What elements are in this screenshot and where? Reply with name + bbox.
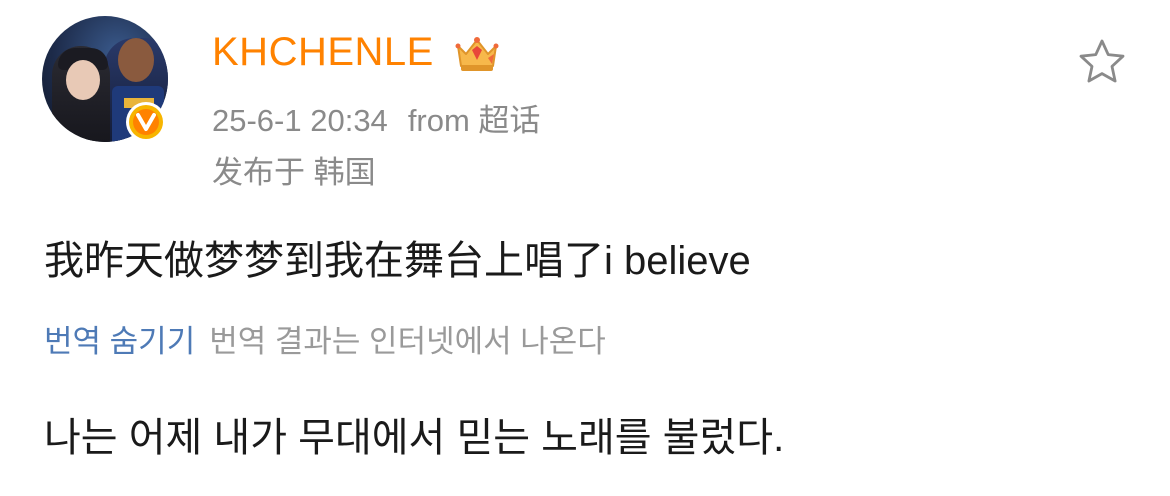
- crown-icon: [455, 37, 499, 71]
- post-source[interactable]: from 超话: [408, 103, 541, 138]
- post-location: 发布于 韩国: [212, 155, 376, 190]
- timestamp: 25-6-1 20:34: [212, 103, 388, 138]
- hide-translation-link[interactable]: 번역 숨기기: [44, 324, 195, 359]
- translation-bar: 번역 숨기기 번역 결과는 인터넷에서 나온다: [44, 322, 606, 362]
- translation-note: 번역 결과는 인터넷에서 나온다: [209, 324, 606, 359]
- weibo-post: KHCHENLE 25-6-1 20:34 from 超话 发布于 韩国 我昨天做…: [0, 0, 1170, 496]
- verified-badge-icon: [126, 102, 166, 142]
- translated-text: 나는 어제 내가 무대에서 믿는 노래를 불렀다.: [44, 416, 785, 460]
- post-text: 我昨天做梦梦到我在舞台上唱了i believe: [44, 239, 751, 283]
- username-link[interactable]: KHCHENLE: [212, 28, 434, 76]
- star-outline-icon[interactable]: [1076, 36, 1128, 88]
- post-meta: 25-6-1 20:34 from 超话: [212, 102, 540, 140]
